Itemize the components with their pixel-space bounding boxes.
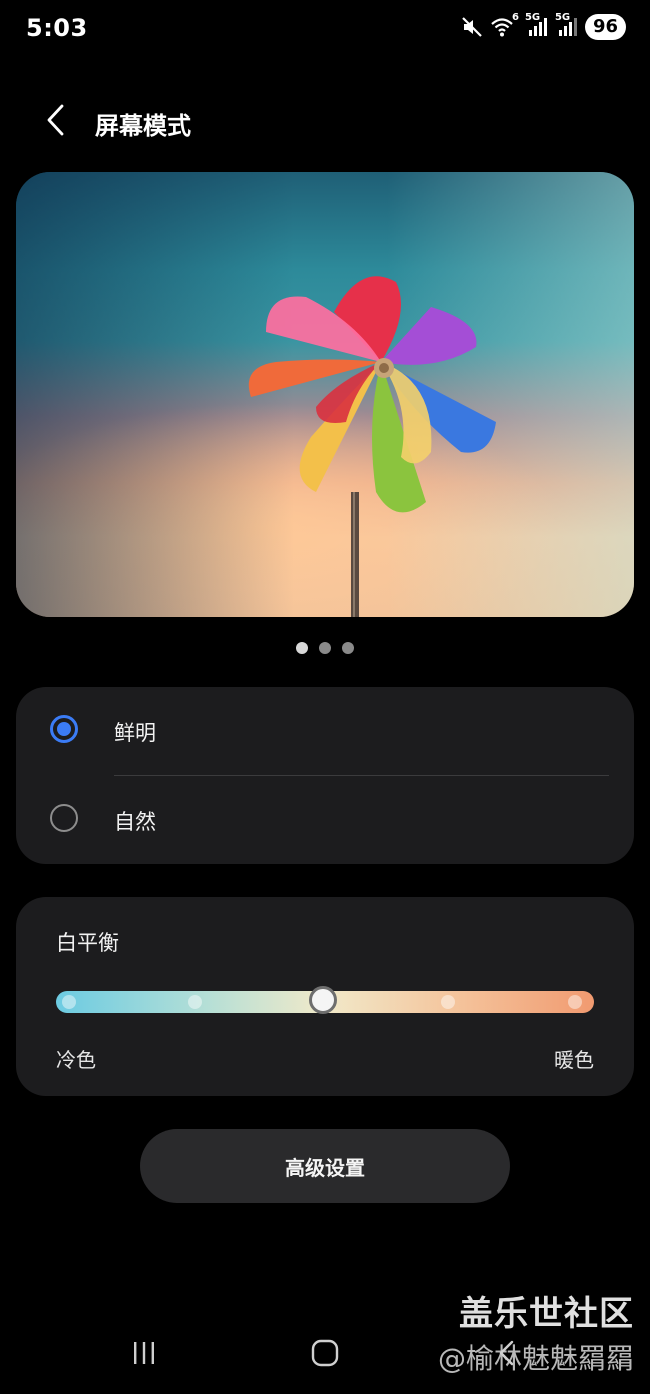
wifi-label: 6: [511, 12, 519, 23]
slider-thumb[interactable]: [309, 986, 337, 1014]
mute-icon: [461, 16, 483, 38]
back-nav-button[interactable]: [487, 1340, 527, 1370]
slider-tick: [188, 995, 202, 1009]
signal-icon-1: 5G: [525, 12, 547, 38]
white-balance-card: 白平衡 冷色 暖色: [16, 897, 634, 1096]
carousel-dot[interactable]: [342, 642, 354, 654]
carousel-dot[interactable]: [296, 642, 308, 654]
radio-button[interactable]: [50, 804, 78, 832]
wifi-icon: 6: [491, 12, 519, 38]
back-button[interactable]: [36, 102, 76, 142]
option-label: 自然: [114, 810, 156, 834]
white-balance-title: 白平衡: [56, 931, 119, 955]
home-button[interactable]: [305, 1339, 345, 1371]
option-natural[interactable]: 自然: [16, 776, 634, 864]
cool-label: 冷色: [56, 1048, 96, 1072]
status-icons: 6 5G 5G 96: [461, 12, 626, 40]
warm-label: 暖色: [554, 1048, 594, 1072]
screen-mode-options: 鲜明 自然: [16, 687, 634, 864]
status-bar: 5:03 6 5G 5G 96: [0, 0, 650, 58]
white-balance-slider[interactable]: [56, 986, 594, 1014]
slider-tick: [62, 995, 76, 1009]
signal-2-label: 5G: [554, 12, 571, 23]
option-label: 鲜明: [114, 721, 156, 745]
carousel-indicator: [0, 642, 650, 654]
battery-indicator: 96: [584, 14, 626, 40]
recents-icon: [131, 1341, 157, 1369]
option-vivid[interactable]: 鲜明: [16, 687, 634, 775]
page-title: 屏幕模式: [95, 112, 191, 140]
pinwheel-illustration: [248, 276, 496, 617]
preview-image[interactable]: [16, 172, 634, 617]
watermark-brand: 盖乐世社区: [459, 1294, 634, 1334]
header: 屏幕模式: [0, 100, 650, 146]
signal-1-label: 5G: [524, 12, 541, 23]
signal-icon-2: 5G: [555, 12, 577, 38]
home-icon: [311, 1339, 339, 1371]
navigation-bar: [0, 1330, 650, 1380]
chevron-left-icon: [45, 103, 67, 141]
status-time: 5:03: [26, 14, 88, 42]
recents-button[interactable]: [124, 1340, 164, 1370]
back-nav-icon: [497, 1339, 517, 1371]
slider-tick: [568, 995, 582, 1009]
slider-tick: [441, 995, 455, 1009]
advanced-settings-button[interactable]: 高级设置: [140, 1129, 510, 1203]
carousel-dot[interactable]: [319, 642, 331, 654]
radio-button-checked[interactable]: [50, 715, 78, 743]
